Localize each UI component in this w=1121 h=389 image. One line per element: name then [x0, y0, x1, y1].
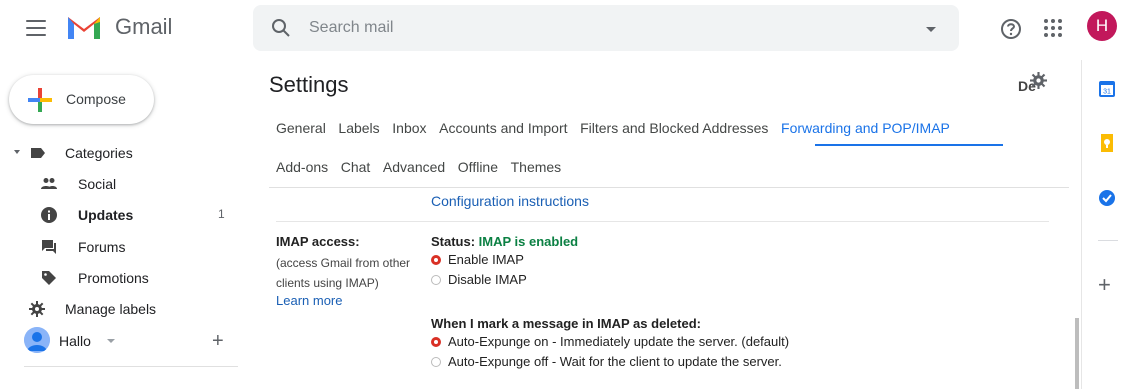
- label-icon: [31, 148, 45, 158]
- tab-themes[interactable]: Themes: [511, 159, 562, 175]
- google-apps-icon[interactable]: [1044, 19, 1062, 37]
- sidebar-item-forums[interactable]: Forums: [0, 232, 240, 262]
- tab-general[interactable]: General: [276, 120, 326, 136]
- tab-filters-and-blocked-addresses[interactable]: Filters and Blocked Addresses: [580, 120, 768, 136]
- sidebar-item-label: Social: [78, 176, 117, 192]
- main-menu-icon[interactable]: [26, 20, 46, 36]
- compose-plus-icon: [28, 88, 52, 112]
- sidebar-item-label: Forums: [78, 239, 126, 255]
- radio-label: Auto-Expunge on - Immediately update the…: [448, 334, 790, 349]
- radio-label: Disable IMAP: [448, 272, 527, 287]
- search-bar[interactable]: [253, 5, 959, 51]
- scrollbar-thumb[interactable]: [1075, 318, 1079, 389]
- tag-icon: [42, 271, 56, 285]
- tab-inbox[interactable]: Inbox: [392, 120, 426, 136]
- sidebar-item-label: Promotions: [78, 270, 149, 286]
- expand-caret-icon[interactable]: [14, 150, 20, 154]
- user-avatar-icon: [24, 327, 50, 353]
- tab-labels[interactable]: Labels: [338, 120, 379, 136]
- status-prefix: Status:: [431, 234, 479, 249]
- hangouts-account-label: Hallo: [59, 333, 91, 349]
- section-divider: [276, 221, 1049, 222]
- sidebar-item-social[interactable]: Social: [0, 169, 240, 199]
- tab-offline[interactable]: Offline: [458, 159, 498, 175]
- radio-label: Auto-Expunge off - Wait for the client t…: [448, 354, 782, 369]
- radio-label: Enable IMAP: [448, 252, 524, 267]
- people-icon: [41, 178, 57, 189]
- tab-add-ons[interactable]: Add-ons: [276, 159, 328, 175]
- top-bar: Gmail H: [0, 0, 1121, 64]
- tabs-divider: [269, 187, 1069, 188]
- imap-access-description: (access Gmail from other clients using I…: [276, 256, 411, 290]
- hangouts-account[interactable]: Hallo +: [24, 327, 244, 357]
- sidebar-item-label: Updates: [78, 207, 134, 223]
- forum-icon: [42, 240, 56, 254]
- get-addons-plus-icon[interactable]: +: [1098, 272, 1111, 298]
- sidebar-item-categories[interactable]: Categories: [0, 138, 240, 168]
- page-title: Settings: [269, 72, 349, 97]
- chevron-down-icon[interactable]: [107, 339, 115, 343]
- unread-count: 1: [218, 207, 225, 221]
- imap-status: Status: IMAP is enabled: [431, 234, 578, 249]
- status-value: IMAP is enabled: [478, 234, 579, 249]
- configuration-instructions-link[interactable]: Configuration instructions: [431, 193, 589, 209]
- tasks-icon[interactable]: [1097, 188, 1117, 208]
- help-icon[interactable]: [1000, 18, 1022, 40]
- sidebar-divider: [24, 366, 238, 367]
- add-contact-plus-icon[interactable]: +: [212, 330, 224, 353]
- compose-label: Compose: [66, 91, 126, 107]
- settings-tabs-row-1: General Labels Inbox Accounts and Import Fil…: [276, 120, 962, 136]
- settings-gear-icon[interactable]: [1030, 72, 1047, 89]
- search-options-chevron-down-icon[interactable]: [926, 27, 936, 32]
- search-input[interactable]: [309, 15, 889, 41]
- enable-imap-radio[interactable]: [431, 255, 441, 265]
- sidebar-item-updates[interactable]: Updates 1: [0, 200, 240, 230]
- info-icon: [41, 207, 57, 223]
- auto-expunge-off-radio[interactable]: [431, 357, 441, 367]
- deleted-behavior-label: When I mark a message in IMAP as deleted…: [431, 316, 701, 331]
- compose-button[interactable]: Compose: [9, 75, 154, 124]
- gmail-logo-icon[interactable]: [66, 13, 102, 41]
- tab-accounts-and-import[interactable]: Accounts and Import: [439, 120, 567, 136]
- auto-expunge-on-radio[interactable]: [431, 337, 441, 347]
- sidebar-item-label: Manage labels: [65, 301, 157, 317]
- imap-access-label: IMAP access:: [276, 234, 360, 249]
- svg-text:31: 31: [1103, 89, 1111, 96]
- side-panel-divider: [1098, 240, 1118, 241]
- sidebar-item-label: Categories: [65, 145, 133, 161]
- disable-imap-radio[interactable]: [431, 275, 441, 285]
- active-tab-indicator: [815, 144, 1003, 146]
- learn-more-link[interactable]: Learn more: [276, 293, 342, 308]
- account-avatar[interactable]: H: [1087, 11, 1117, 41]
- settings-tabs-row-2: Add-ons Chat Advanced Offline Themes: [276, 159, 574, 175]
- tab-advanced[interactable]: Advanced: [383, 159, 445, 175]
- calendar-icon[interactable]: 31: [1097, 79, 1117, 99]
- keep-icon[interactable]: [1097, 133, 1117, 153]
- sidebar-item-promotions[interactable]: Promotions: [0, 263, 240, 293]
- side-panel-divider: [1081, 60, 1082, 389]
- gear-icon: [29, 301, 45, 317]
- gmail-wordmark[interactable]: Gmail: [115, 14, 172, 40]
- tab-chat[interactable]: Chat: [341, 159, 371, 175]
- search-icon[interactable]: [271, 18, 291, 38]
- sidebar-item-manage-labels[interactable]: Manage labels: [0, 294, 240, 324]
- tab-forwarding-and-pop-imap[interactable]: Forwarding and POP/IMAP: [781, 120, 950, 136]
